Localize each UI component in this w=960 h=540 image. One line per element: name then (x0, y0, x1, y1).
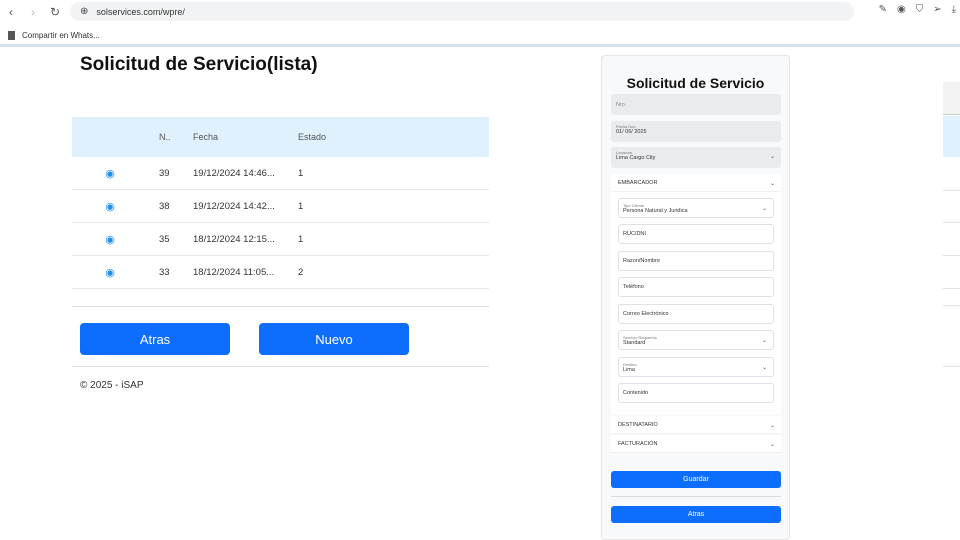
locacion-value: Lima Cargo City (616, 155, 656, 161)
cell-fecha: 18/12/2024 12:15... (193, 233, 275, 245)
chevron-down-icon: ⌄ (769, 181, 775, 187)
correo-input[interactable]: Correo Electrónico (618, 304, 774, 324)
table-header: N.. Fecha Estado (72, 117, 489, 157)
eye-icon[interactable]: ◉ (72, 167, 148, 180)
cell-estado: 1 (298, 233, 304, 245)
chevron-down-icon: ⌄ (761, 206, 767, 212)
divider (943, 288, 960, 289)
bookmark-item[interactable]: Compartir en Whats... (22, 31, 100, 40)
col-estado[interactable]: Estado (288, 132, 326, 142)
divider (943, 255, 960, 256)
eye-icon[interactable]: ◉ (72, 233, 148, 246)
destino-select[interactable]: Destino Lima ⌄ (618, 357, 774, 377)
cell-fecha: 19/12/2024 14:42... (193, 200, 275, 212)
razon-input[interactable]: Razon/Nombre (618, 251, 774, 271)
document-icon (8, 31, 15, 40)
browser-toolbar: ‹ › ↻ ⊕ solservices.com/wpre/ ✎ ◉ ⛉ ➢ ⤓ (0, 0, 960, 24)
background-table-row (943, 116, 960, 157)
cell-estado: 1 (298, 167, 304, 179)
tipo-value: Persona Natural y Juridica (623, 207, 688, 214)
tipo-cliente-select[interactable]: Tipo Cliente Persona Natural y Juridica ⌄ (618, 198, 774, 218)
download-icon[interactable]: ⤓ (952, 4, 956, 15)
eye-icon[interactable]: ◉ (72, 266, 148, 279)
destinatario-label: DESTINATARIO (618, 421, 658, 428)
facturacion-label: FACTURACIÓN (618, 440, 658, 447)
new-button[interactable]: Nuevo (259, 323, 409, 355)
cell-n: 38 (159, 200, 170, 212)
table-row: ◉ 39 19/12/2024 14:46... 1 (72, 157, 489, 190)
chevron-down-icon: ⌄ (761, 365, 767, 371)
back-button[interactable]: Atras (80, 323, 230, 355)
destinatario-section: DESTINATARIO ⌄ (611, 416, 781, 434)
shield-icon[interactable]: ⛉ (916, 4, 924, 15)
cell-n: 39 (159, 167, 170, 179)
site-info-icon[interactable]: ⊕ (80, 6, 88, 17)
table-row: ◉ 38 19/12/2024 14:42... 1 (72, 190, 489, 223)
edit-icon[interactable]: ✎ (879, 4, 887, 15)
telefono-input[interactable]: Teléfono (618, 277, 774, 297)
divider (611, 496, 781, 497)
col-n[interactable]: N.. (148, 132, 183, 142)
atras-button[interactable]: Atras (611, 506, 781, 523)
page-title: Solicitud de Servicio(lista) (80, 54, 318, 75)
forward-icon[interactable]: › (22, 5, 44, 19)
url-text: solservices.com/wpre/ (96, 6, 185, 17)
ruc-input[interactable]: RUC/DNI (618, 224, 774, 244)
back-icon[interactable]: ‹ (0, 5, 22, 19)
cell-estado: 2 (298, 266, 304, 278)
destinatario-header[interactable]: DESTINATARIO ⌄ (611, 416, 781, 434)
contenido-input[interactable]: Contenido (618, 383, 774, 403)
guardar-button[interactable]: Guardar (611, 471, 781, 488)
footer: © 2025 - iSAP (80, 380, 144, 391)
chevron-down-icon: ⌄ (769, 423, 775, 429)
divider (943, 366, 960, 367)
divider (72, 366, 489, 367)
eye-icon[interactable]: ◉ (72, 200, 148, 213)
cell-estado: 1 (298, 200, 304, 212)
fecha-value: 01/ 06/ 2025 (616, 129, 647, 135)
chevron-down-icon: ⌄ (761, 338, 767, 344)
divider (943, 222, 960, 223)
servicio-value: Standard (623, 339, 646, 346)
servicio-select[interactable]: Servicio Requerido Standard ⌄ (618, 330, 774, 350)
locacion-select[interactable]: Locacion Lima Cargo City ⌄ (611, 147, 781, 168)
send-icon[interactable]: ➢ (933, 4, 941, 15)
nro-field[interactable]: Nro. (611, 94, 781, 115)
divider (72, 306, 489, 307)
requests-table: N.. Fecha Estado ◉ 39 19/12/2024 14:46... 1 ◉… (72, 117, 489, 289)
embarcador-label: EMBARCADOR (618, 179, 658, 186)
cell-fecha: 19/12/2024 14:46... (193, 167, 275, 179)
reload-icon[interactable]: ↻ (44, 5, 66, 19)
embarcador-section: EMBARCADOR ⌄ Tipo Cliente Persona Natural … (611, 174, 781, 414)
cell-fecha: 18/12/2024 11:05... (193, 266, 275, 278)
embarcador-header[interactable]: EMBARCADOR ⌄ (611, 174, 781, 192)
fecha-field[interactable]: Fecha Doc. 01/ 06/ 2025 (611, 121, 781, 142)
table-row: ◉ 35 18/12/2024 12:15... 1 (72, 223, 489, 256)
camera-icon[interactable]: ◉ (897, 4, 906, 15)
col-fecha[interactable]: Fecha (183, 132, 288, 142)
facturacion-header[interactable]: FACTURACIÓN ⌄ (611, 435, 781, 453)
table-row: ◉ 33 18/12/2024 11:05... 2 (72, 256, 489, 289)
background-table-header (943, 82, 960, 115)
bookmarks-bar: Compartir en Whats... (0, 27, 960, 47)
address-bar[interactable]: ⊕ solservices.com/wpre/ (70, 2, 854, 21)
chevron-down-icon: ⌄ (769, 442, 775, 448)
service-form-panel: Solicitud de Servicio Nro. Fecha Doc. 01/… (601, 55, 790, 540)
cell-n: 33 (159, 266, 170, 278)
divider (943, 190, 960, 191)
facturacion-section: FACTURACIÓN ⌄ (611, 435, 781, 453)
divider (943, 305, 960, 306)
cell-n: 35 (159, 233, 170, 245)
chevron-down-icon: ⌄ (769, 154, 775, 160)
destino-value: Lima (623, 366, 635, 373)
form-title: Solicitud de Servicio (626, 75, 765, 91)
